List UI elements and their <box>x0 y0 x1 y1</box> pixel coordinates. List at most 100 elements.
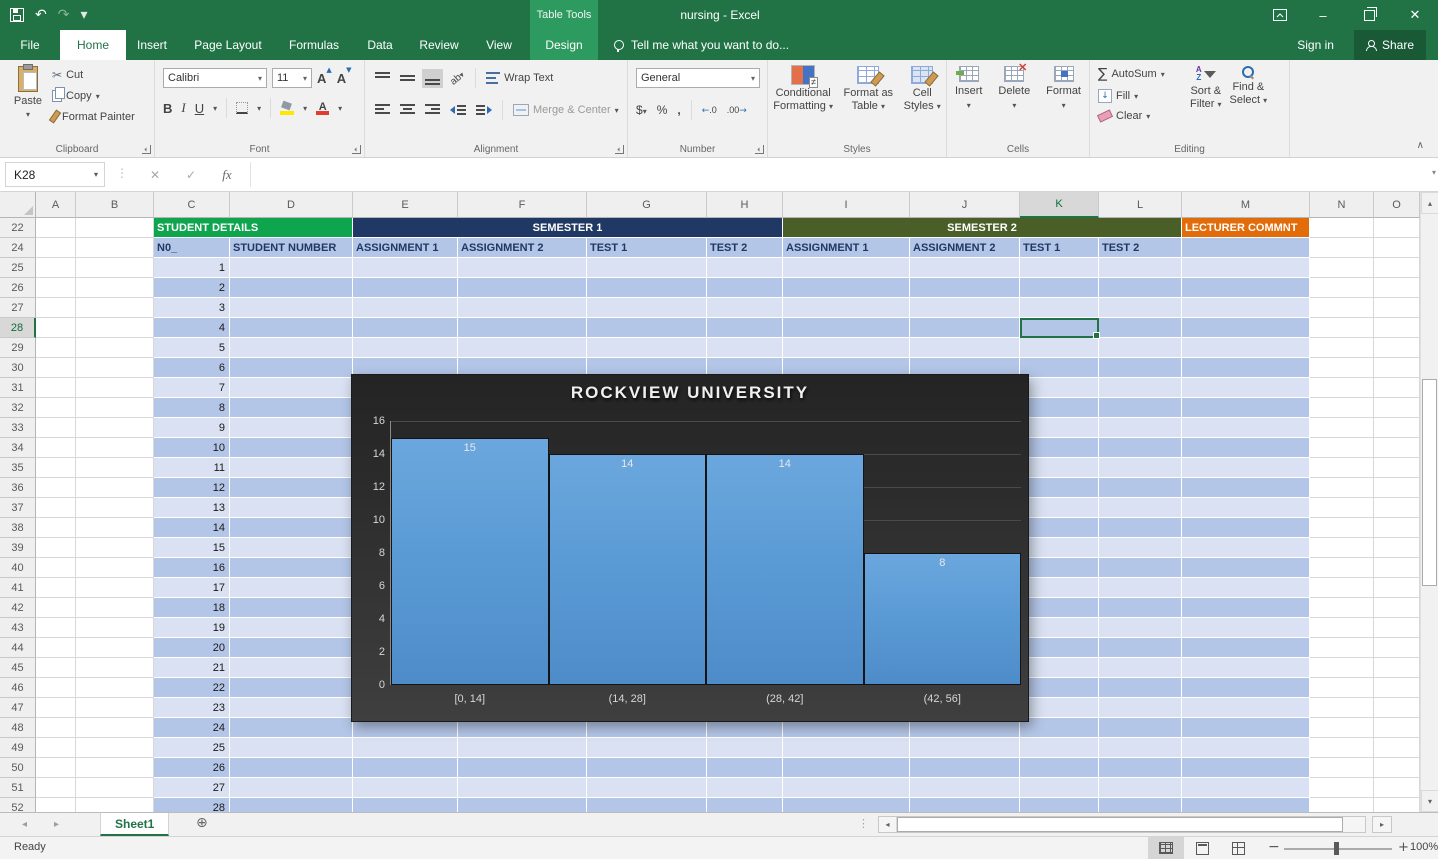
cell-H26[interactable] <box>707 278 783 298</box>
cell-M24[interactable] <box>1182 238 1310 258</box>
horizontal-scrollbar[interactable]: ◂ <box>878 816 1366 833</box>
cell-M30[interactable] <box>1182 358 1310 378</box>
sort-filter-button[interactable]: AZ Sort &Filter ▾ <box>1190 66 1222 111</box>
cell-A34[interactable] <box>36 438 76 458</box>
cell-C44[interactable]: 20 <box>154 638 230 658</box>
column-header-K[interactable]: K <box>1020 192 1099 218</box>
cell-J29[interactable] <box>910 338 1020 358</box>
bar-[0, 14][interactable]: 15 <box>391 438 549 686</box>
cell-I28[interactable] <box>783 318 910 338</box>
cell-D29[interactable] <box>230 338 353 358</box>
cell-G27[interactable] <box>587 298 707 318</box>
add-sheet-button[interactable]: ⊕ <box>196 815 208 831</box>
cell-I52[interactable] <box>783 798 910 812</box>
cell-C26[interactable]: 2 <box>154 278 230 298</box>
cell-J25[interactable] <box>910 258 1020 278</box>
scroll-up-button[interactable]: ▴ <box>1421 192 1438 214</box>
cell-C39[interactable]: 15 <box>154 538 230 558</box>
cell-O34[interactable] <box>1374 438 1420 458</box>
cell-L34[interactable] <box>1099 438 1182 458</box>
cell-O24[interactable] <box>1374 238 1420 258</box>
cell-O43[interactable] <box>1374 618 1420 638</box>
cell-F49[interactable] <box>458 738 587 758</box>
cell-K45[interactable] <box>1020 658 1099 678</box>
cell-C33[interactable]: 9 <box>154 418 230 438</box>
cell-M47[interactable] <box>1182 698 1310 718</box>
cell-C41[interactable]: 17 <box>154 578 230 598</box>
vertical-scroll-thumb[interactable] <box>1422 379 1437 586</box>
row-header-40[interactable]: 40 <box>0 558 36 578</box>
font-size-select[interactable]: 11▾ <box>272 68 312 88</box>
cell-L38[interactable] <box>1099 518 1182 538</box>
cell-N46[interactable] <box>1310 678 1374 698</box>
tab-review[interactable]: Review <box>410 30 468 60</box>
cell-A32[interactable] <box>36 398 76 418</box>
row-header-26[interactable]: 26 <box>0 278 36 298</box>
cell-G24[interactable]: TEST 1 <box>587 238 707 258</box>
cell-O41[interactable] <box>1374 578 1420 598</box>
enter-button[interactable]: ✓ <box>176 162 206 187</box>
cell-I25[interactable] <box>783 258 910 278</box>
row-header-34[interactable]: 34 <box>0 438 36 458</box>
tab-design[interactable]: Design <box>530 30 598 60</box>
select-all-corner[interactable] <box>0 192 36 218</box>
cell-B39[interactable] <box>76 538 154 558</box>
row-header-36[interactable]: 36 <box>0 478 36 498</box>
column-header-C[interactable]: C <box>154 192 230 218</box>
cell-L28[interactable] <box>1099 318 1182 338</box>
number-dialog-launcher-icon[interactable] <box>755 145 764 154</box>
cell-F28[interactable] <box>458 318 587 338</box>
tab-view[interactable]: View <box>468 30 530 60</box>
minimize-button[interactable]: – <box>1300 0 1346 30</box>
row-header-44[interactable]: 44 <box>0 638 36 658</box>
zoom-slider-thumb[interactable] <box>1334 842 1339 855</box>
cell-F52[interactable] <box>458 798 587 812</box>
cell-E26[interactable] <box>353 278 458 298</box>
font-color-icon[interactable]: A <box>316 101 329 115</box>
increase-decimal-button[interactable]: ←.0 <box>702 105 717 116</box>
cell-B32[interactable] <box>76 398 154 418</box>
paste-button[interactable]: Paste ▾ <box>8 66 48 138</box>
clipboard-dialog-launcher-icon[interactable] <box>142 145 151 154</box>
cell-I24[interactable]: ASSIGNMENT 1 <box>783 238 910 258</box>
cell-L42[interactable] <box>1099 598 1182 618</box>
cell-K50[interactable] <box>1020 758 1099 778</box>
cell-D45[interactable] <box>230 658 353 678</box>
cell-L51[interactable] <box>1099 778 1182 798</box>
cell-D44[interactable] <box>230 638 353 658</box>
cell-A48[interactable] <box>36 718 76 738</box>
cell-N39[interactable] <box>1310 538 1374 558</box>
cell-D33[interactable] <box>230 418 353 438</box>
column-header-J[interactable]: J <box>910 192 1020 218</box>
tab-page-layout[interactable]: Page Layout <box>178 30 278 60</box>
share-button[interactable]: Share <box>1354 30 1426 60</box>
tab-insert[interactable]: Insert <box>126 30 178 60</box>
cell-M39[interactable] <box>1182 538 1310 558</box>
cell-C27[interactable]: 3 <box>154 298 230 318</box>
cell-K25[interactable] <box>1020 258 1099 278</box>
cell-C50[interactable]: 26 <box>154 758 230 778</box>
cell-H27[interactable] <box>707 298 783 318</box>
cell-K27[interactable] <box>1020 298 1099 318</box>
cell-B44[interactable] <box>76 638 154 658</box>
font-dialog-launcher-icon[interactable] <box>352 145 361 154</box>
row-header-27[interactable]: 27 <box>0 298 36 318</box>
cell-E25[interactable] <box>353 258 458 278</box>
cell-C35[interactable]: 11 <box>154 458 230 478</box>
column-header-H[interactable]: H <box>707 192 783 218</box>
cell-M48[interactable] <box>1182 718 1310 738</box>
cell-D48[interactable] <box>230 718 353 738</box>
cell-D46[interactable] <box>230 678 353 698</box>
cell-B26[interactable] <box>76 278 154 298</box>
cell-H50[interactable] <box>707 758 783 778</box>
cell-N38[interactable] <box>1310 518 1374 538</box>
cell-N42[interactable] <box>1310 598 1374 618</box>
cell-K46[interactable] <box>1020 678 1099 698</box>
banner-semester-2[interactable]: SEMESTER 2 <box>783 218 1182 238</box>
chart-plot-area[interactable]: 024681012141615[0, 14]14(14, 28]14(28, 4… <box>390 421 1021 685</box>
cell-D37[interactable] <box>230 498 353 518</box>
cell-D39[interactable] <box>230 538 353 558</box>
cell-A52[interactable] <box>36 798 76 812</box>
tab-home[interactable]: Home <box>60 30 126 60</box>
cell-B43[interactable] <box>76 618 154 638</box>
